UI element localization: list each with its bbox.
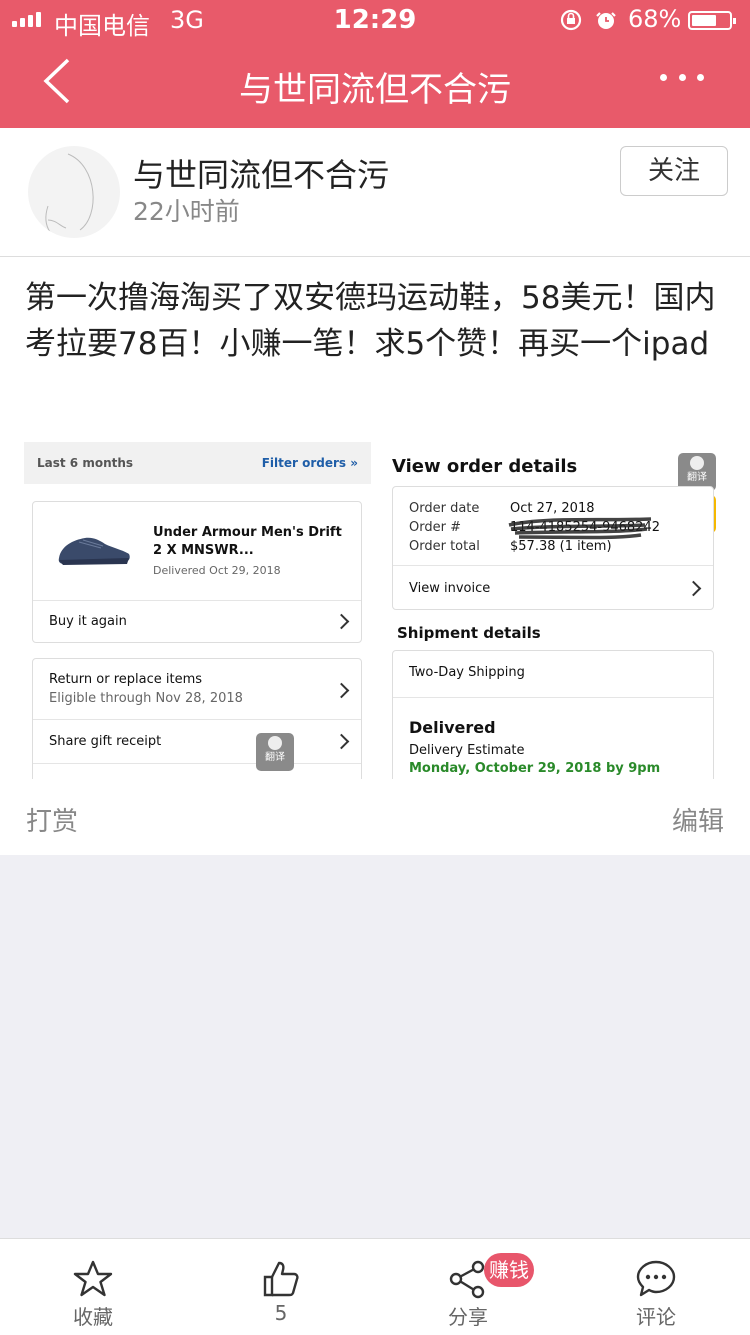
comment-tab[interactable]: 评论 [596,1239,716,1335]
view-order-title: View order details [392,456,578,477]
status-bar: 中国电信 3G 12:29 68% [0,0,750,40]
page-title: 与世同流但不合污 [239,70,511,110]
return-eligibility: Eligible through Nov 28, 2018 [49,691,243,706]
order-details-card: Order date Oct 27, 2018 Order # 114-4185… [392,486,714,610]
chevron-right-icon [333,613,350,630]
buy-again-label: Buy it again [49,614,127,629]
view-invoice-row: View invoice [393,565,713,610]
earn-money-badge: 赚钱 [484,1253,534,1287]
share-label: 分享 [448,1305,488,1329]
delivery-estimate-label: Delivery Estimate [409,743,525,758]
favorite-label: 收藏 [73,1305,113,1329]
product-name: Under Armour Men's Drift 2 X MNSWR... [153,525,342,558]
order-actions-card: Return or replace items Eligible through… [32,658,362,779]
comment-icon [636,1260,676,1297]
delivered-status: Delivered [409,718,496,737]
product-card: Under Armour Men's Drift 2 X MNSWR... De… [32,501,362,643]
more-options-button[interactable] [660,74,704,84]
like-count: 5 [274,1301,288,1325]
battery-percent: 68% [628,5,682,33]
follow-button[interactable]: 关注 [620,146,728,196]
chevron-right-icon [333,733,350,750]
favorite-tab[interactable]: 收藏 [33,1239,153,1335]
chevron-right-icon [333,682,350,699]
chevron-right-icon [685,580,702,597]
delivery-date: Monday, October 29, 2018 by 9pm [409,761,661,776]
dot-icon [678,74,686,81]
thumbs-up-icon [263,1261,299,1297]
dot-icon [697,74,704,81]
card-next-row [33,763,361,779]
avatar-sketch-icon [45,153,94,233]
comment-label: 评论 [636,1305,676,1329]
share-icon [449,1260,485,1299]
return-items-label: Return or replace items [49,672,203,687]
battery-icon [688,11,736,30]
share-gift-label: Share gift receipt [49,734,162,749]
avatar[interactable] [28,146,120,238]
post-text: 第一次撸海淘买了双安德玛运动鞋，58美元！国内考拉要78百！小赚一笔！求5个赞！… [25,280,716,362]
post-time: 22小时前 [133,197,240,226]
order-date-label: Order date [409,501,480,516]
author-header: 与世同流但不合污 22小时前 关注 [0,128,750,257]
time-range-label: Last 6 months [37,456,134,470]
buy-again-row: Buy it again [33,600,361,643]
order-number-label: Order # [409,520,461,535]
view-invoice-label: View invoice [409,581,491,596]
shipment-details-title: Shipment details [397,624,541,642]
order-total-label: Order total [409,539,480,554]
share-gift-row: Share gift receipt [33,719,361,764]
edit-button[interactable]: 编辑 [672,801,724,838]
shoe-image [58,537,130,565]
reward-button[interactable]: 打赏 [26,801,78,838]
top-bar: 中国电信 3G 12:29 68% 与世同流但不合污 [0,0,750,128]
like-tab[interactable]: 5 [221,1239,341,1335]
dot-icon [660,74,667,81]
redaction-scribble [508,517,652,540]
author-name[interactable]: 与世同流但不合污 [133,150,389,196]
alarm-lock-icons [560,8,620,38]
order-screenshot-image[interactable]: Last 6 months Filter orders » Under Armo… [24,442,726,779]
translate-badge: 翻译 [256,733,294,771]
bottom-tab-bar: 收藏 5 分享 赚钱 评论 [0,1238,750,1335]
product-delivered: Delivered Oct 29, 2018 [153,564,281,577]
shipment-card: Two-Day Shipping Delivered Delivery Esti… [392,650,714,779]
post-content: 第一次撸海淘买了双安德玛运动鞋，58美元！国内考拉要78百！小赚一笔！求5个赞！… [0,257,750,855]
filter-orders-link: Filter orders » [261,456,358,470]
shipping-method: Two-Day Shipping [409,665,525,680]
filter-bar: Last 6 months Filter orders » [24,442,371,484]
star-icon [73,1260,113,1297]
